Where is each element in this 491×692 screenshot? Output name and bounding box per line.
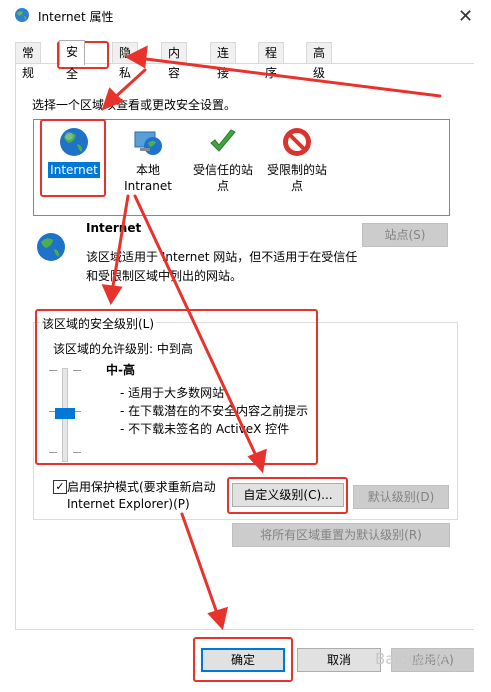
annotation-arrow: [133, 194, 260, 462]
annotation-arrow-head: [207, 606, 229, 631]
window-edge: [474, 0, 491, 692]
annotation-arrow-head: [101, 284, 123, 306]
annotation-arrow: [110, 194, 130, 294]
annotation-arrows: [101, 45, 442, 631]
tab-security[interactable]: 安全: [59, 40, 86, 81]
annotation-arrow-head: [247, 448, 267, 474]
annotation-arrow: [136, 56, 442, 98]
annotation-arrow: [180, 512, 220, 618]
annotation-arrow-head: [124, 45, 148, 69]
